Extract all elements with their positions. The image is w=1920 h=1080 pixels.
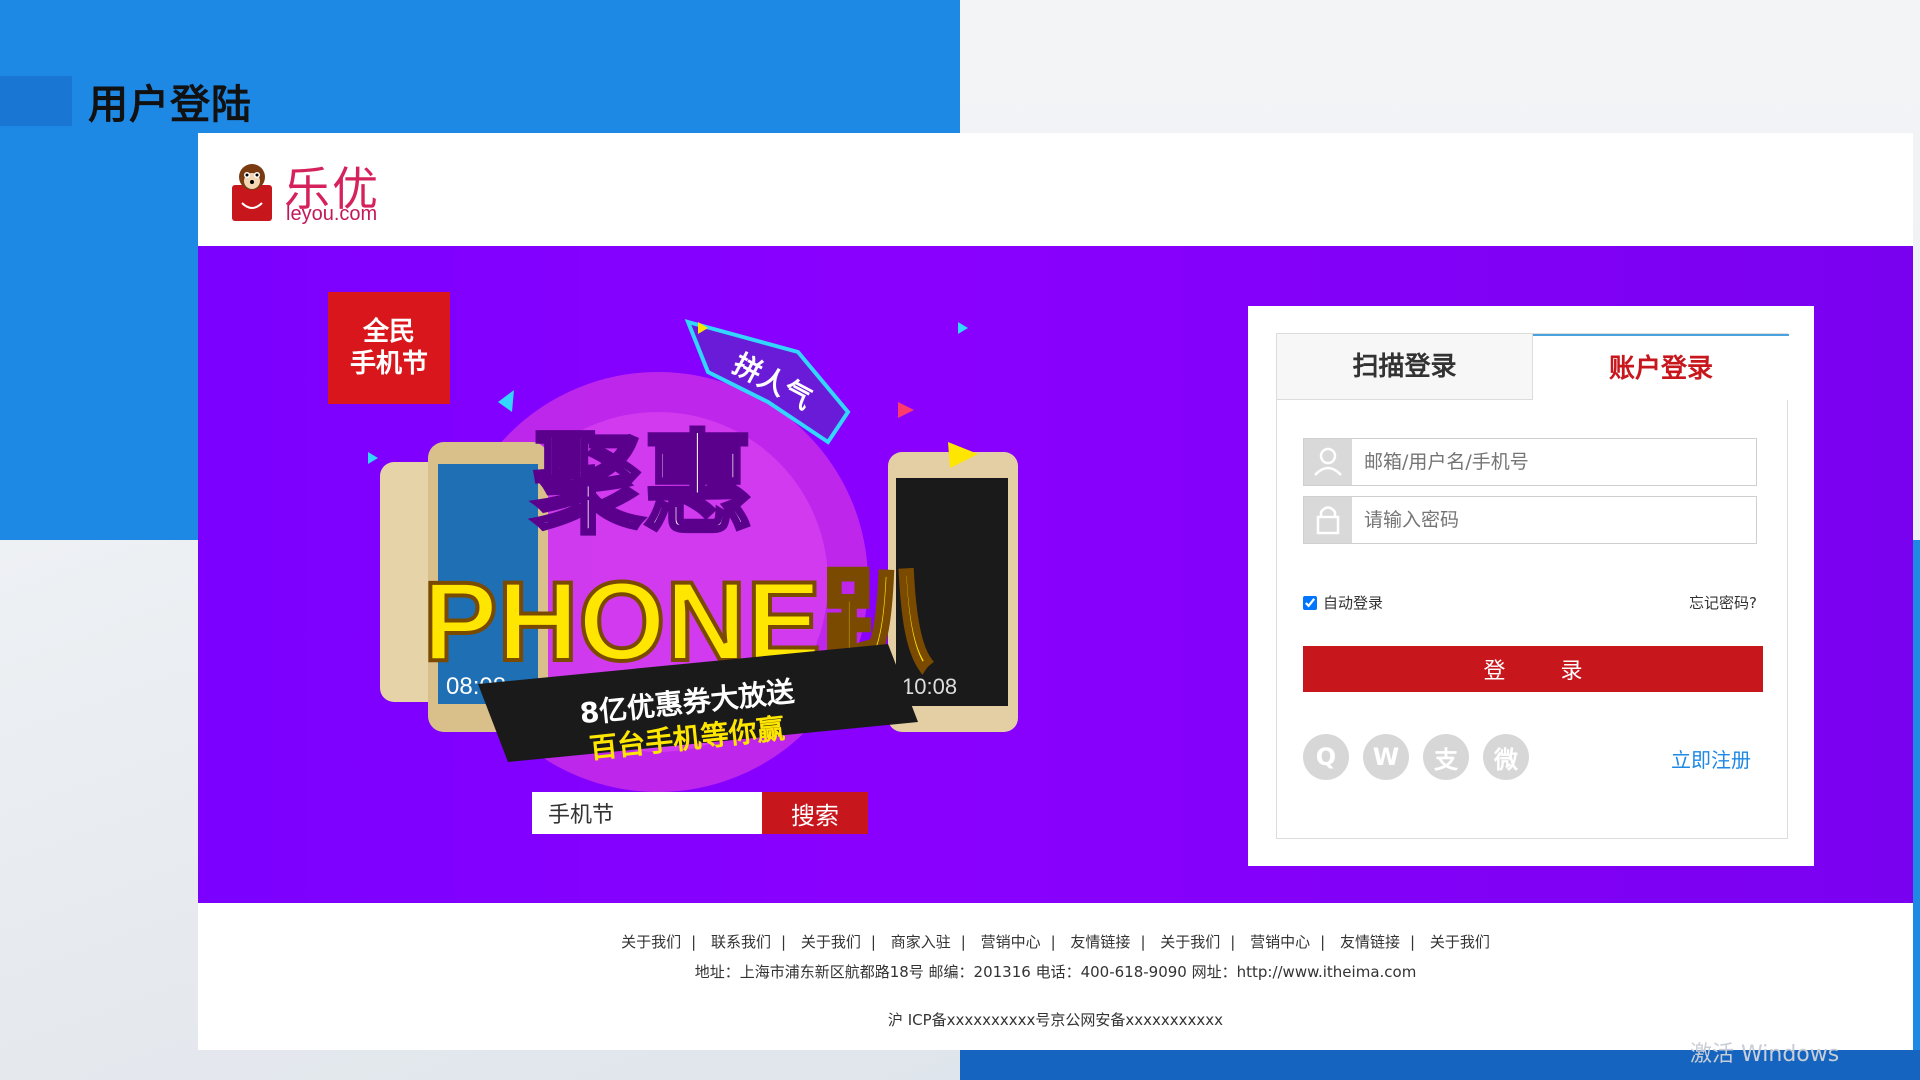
footer-link[interactable]: 友情链接 <box>1060 933 1140 951</box>
festival-badge-text-2: 手机节 <box>350 349 428 379</box>
site-header: 乐优 leyou.com <box>198 133 1913 246</box>
footer-link[interactable]: 关于我们 <box>791 933 871 951</box>
footer-address: 地址：上海市浦东新区航都路18号 邮编：201316 电话：400-618-90… <box>694 963 1417 981</box>
footer-links: 关于我们 | 联系我们 | 关于我们 | 商家入驻 | 营销中心 | 友情链接 | 关于我们… <box>198 931 1913 952</box>
login-panel: 扫描登录 账户登录 邮箱/用户名/手机号 自动登录 忘记密码? 登 录 Q W … <box>1276 333 1789 839</box>
footer-link[interactable]: 关于我们 <box>1150 933 1230 951</box>
weibo-icon[interactable]: W <box>1363 734 1409 780</box>
tab-scan-login[interactable]: 扫描登录 <box>1277 334 1533 400</box>
register-link[interactable]: 立即注册 <box>1671 744 1751 773</box>
site-footer: 关于我们 | 联系我们 | 关于我们 | 商家入驻 | 营销中心 | 友情链接 | 关于我们… <box>198 903 1913 1050</box>
username-input[interactable] <box>1352 439 1756 485</box>
login-page-screenshot: 乐优 leyou.com 全民 手机节 08:08 10:08 拼人气 聚惠 P… <box>198 133 1913 1050</box>
search-button[interactable]: 搜索 <box>762 792 868 834</box>
logo-text-en: leyou.com <box>286 203 378 225</box>
footer-link[interactable]: 联系我们 <box>701 933 781 951</box>
tab-account-login[interactable]: 账户登录 <box>1533 334 1789 400</box>
auto-login-checkbox[interactable] <box>1303 595 1317 610</box>
password-field <box>1303 496 1757 544</box>
social-login: Q W 支 微 <box>1303 734 1529 780</box>
wechat-icon[interactable]: 微 <box>1483 734 1529 780</box>
headline-text: 聚惠 <box>532 420 753 548</box>
festival-badge <box>328 292 450 404</box>
site-logo[interactable]: 乐优 leyou.com <box>230 151 400 231</box>
auto-login-label: 自动登录 <box>1323 594 1384 612</box>
banner-search: 搜索 <box>532 792 878 834</box>
auto-login[interactable]: 自动登录 <box>1303 592 1383 613</box>
title-marker <box>0 76 72 126</box>
password-input[interactable] <box>1352 497 1756 543</box>
forgot-password-link[interactable]: 忘记密码? <box>1689 592 1757 613</box>
footer-link[interactable]: 友情链接 <box>1330 933 1410 951</box>
promo-banner: 全民 手机节 08:08 10:08 拼人气 聚惠 PHONE趴 8亿优惠券大放… <box>198 246 1913 903</box>
footer-link[interactable]: 关于我们 <box>611 933 691 951</box>
slide-title: 用户登陆 <box>88 82 252 128</box>
footer-link[interactable]: 商家入驻 <box>881 933 961 951</box>
username-field <box>1303 438 1757 486</box>
user-icon <box>1304 439 1352 485</box>
logo-mascot-icon <box>232 164 272 221</box>
qq-icon[interactable]: Q <box>1303 734 1349 780</box>
footer-icp: 沪 ICP备xxxxxxxxxx号京公网安备xxxxxxxxxxx <box>887 1011 1224 1029</box>
footer-link[interactable]: 营销中心 <box>1240 933 1320 951</box>
login-button[interactable]: 登 录 <box>1303 646 1763 692</box>
promo-artwork: 全民 手机节 08:08 10:08 拼人气 聚惠 PHONE趴 8亿优惠券大放… <box>328 292 1018 792</box>
alipay-icon[interactable]: 支 <box>1423 734 1469 780</box>
search-input[interactable] <box>532 792 762 834</box>
festival-badge-text: 全民 <box>362 316 415 347</box>
login-card: 扫描登录 账户登录 邮箱/用户名/手机号 自动登录 忘记密码? 登 录 Q W … <box>1248 306 1814 866</box>
lock-icon <box>1304 497 1352 543</box>
footer-link[interactable]: 营销中心 <box>971 933 1051 951</box>
footer-link[interactable]: 关于我们 <box>1420 933 1500 951</box>
windows-activation-watermark: 激活 Windows <box>1690 1042 1840 1067</box>
